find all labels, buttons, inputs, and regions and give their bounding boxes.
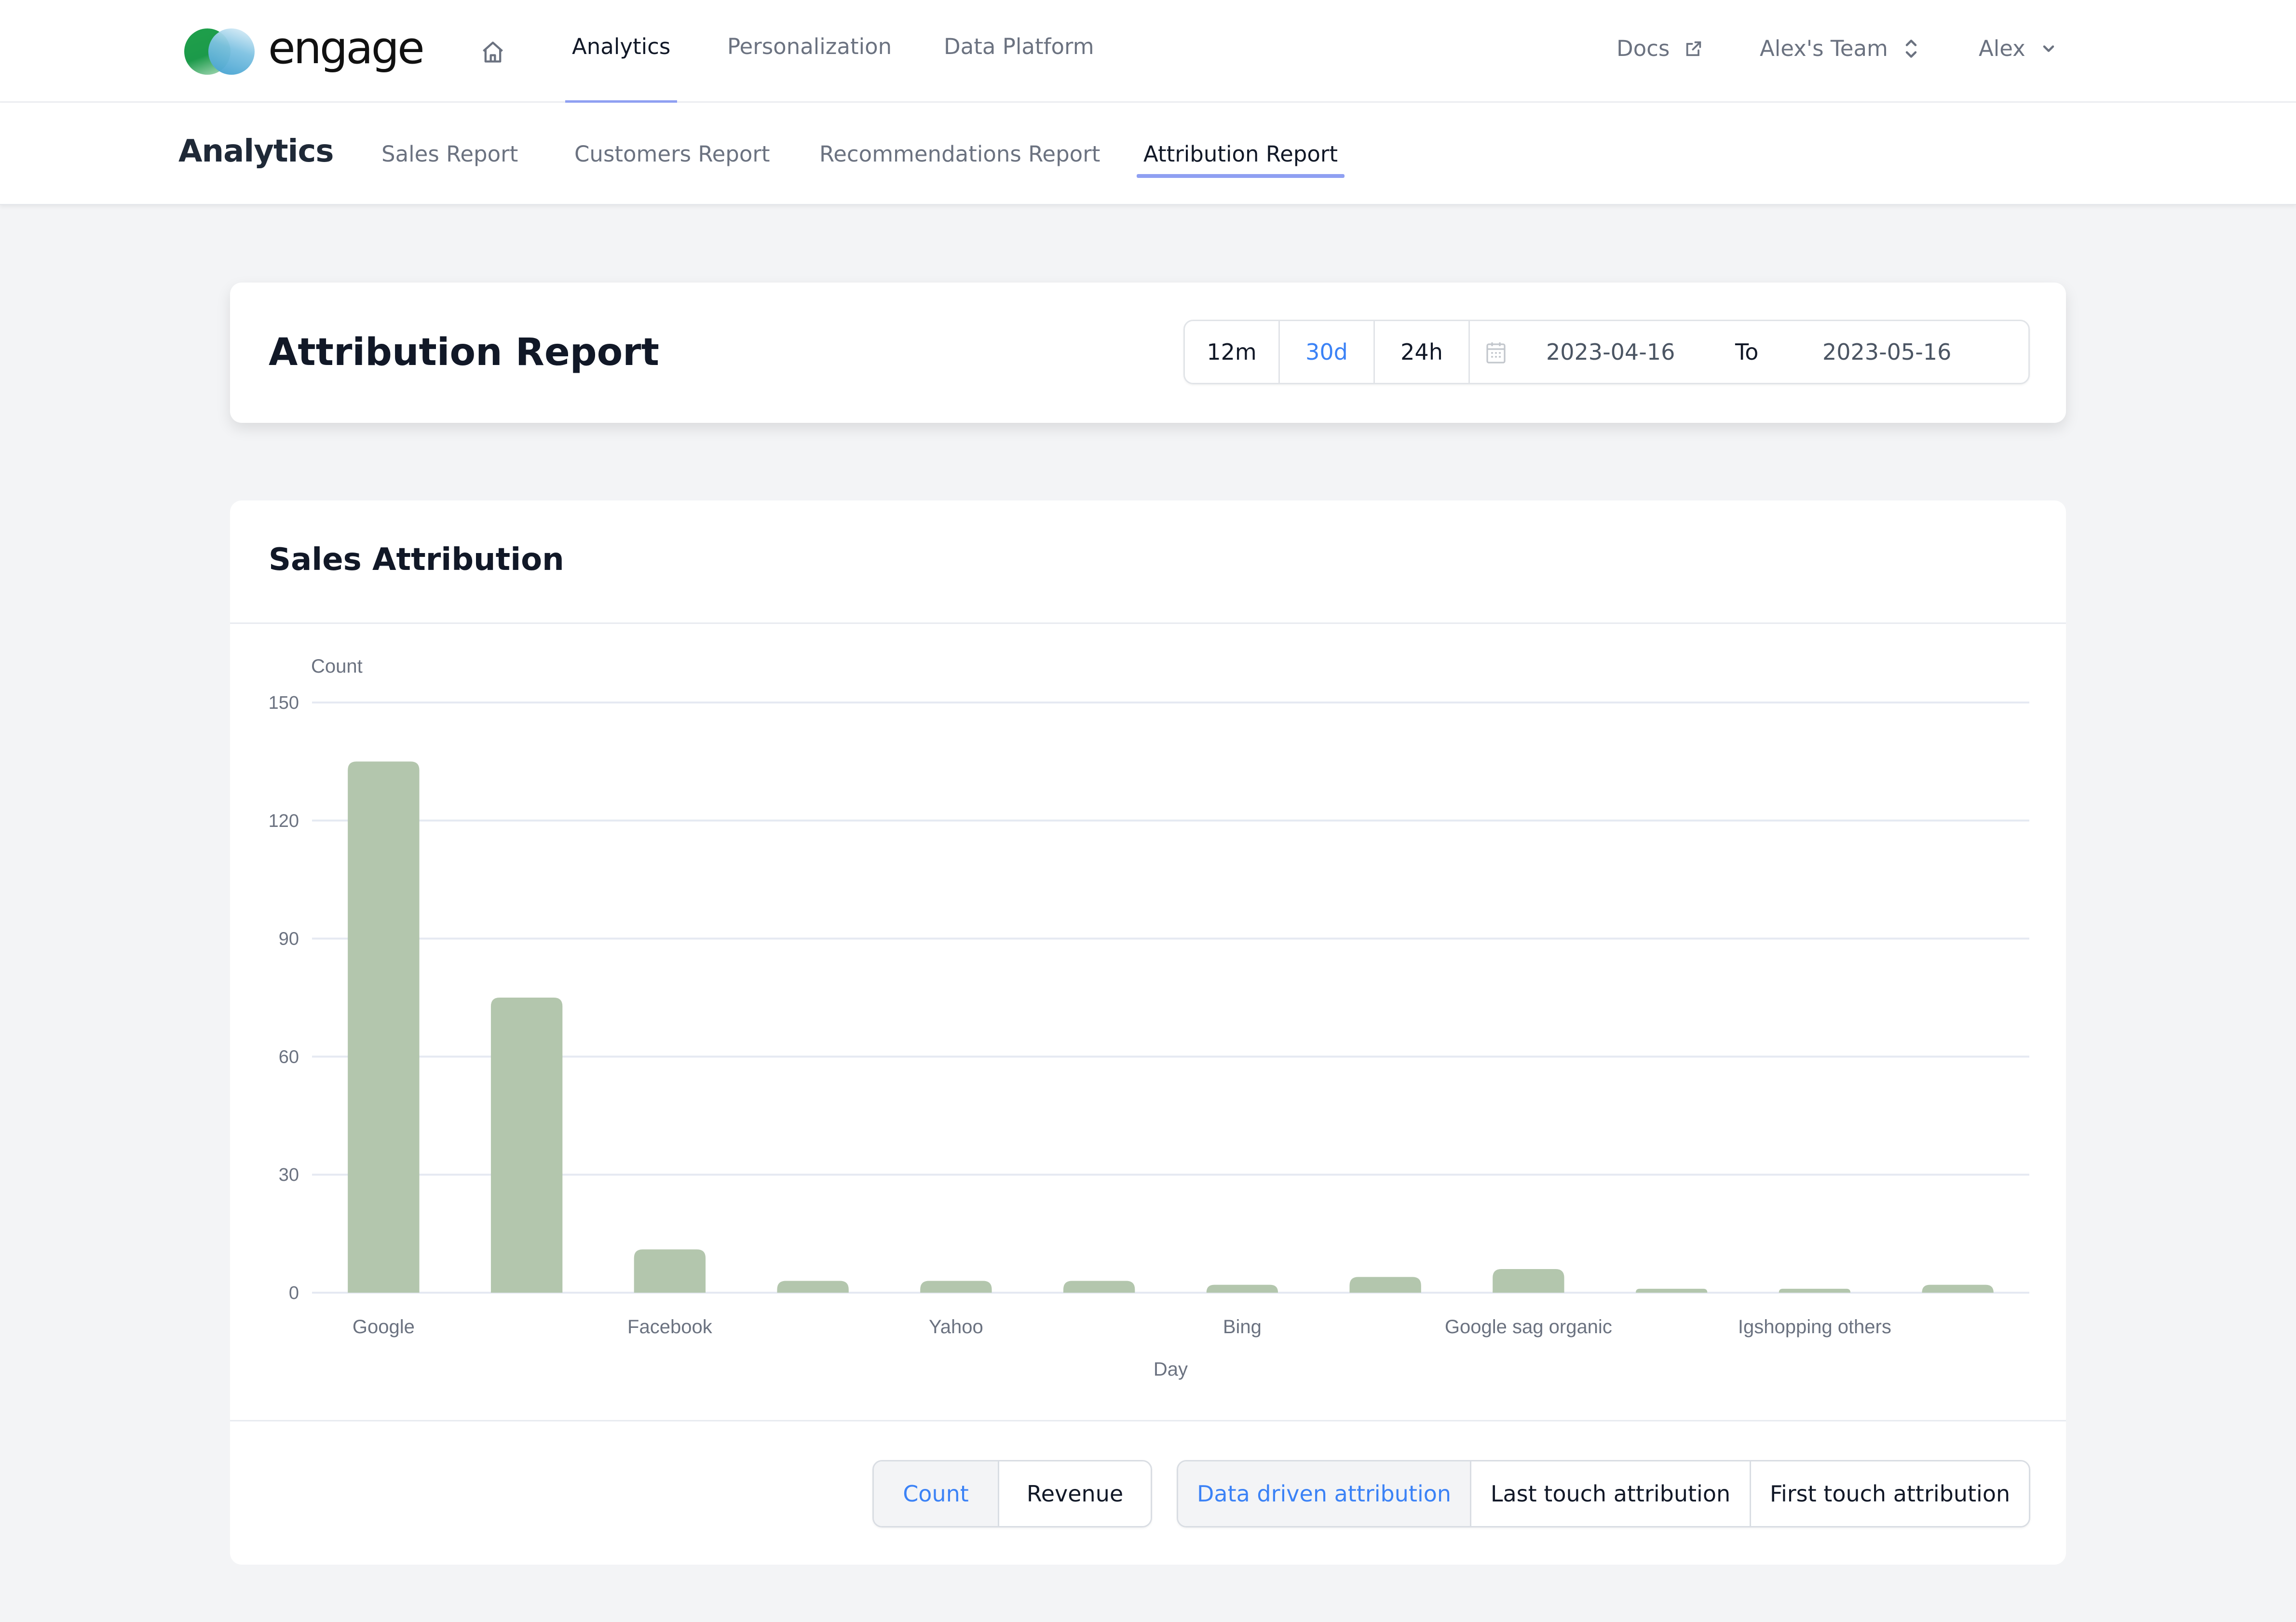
first-touch-attribution-button[interactable]: First touch attribution	[1751, 1461, 2029, 1526]
range-12m-button[interactable]: 12m	[1185, 321, 1280, 383]
metric-toggle: Count Revenue	[872, 1460, 1152, 1527]
gridlines	[312, 702, 2029, 1294]
tab-customers-report[interactable]: Customers Report	[574, 141, 770, 167]
nav-personalization[interactable]: Personalization	[727, 34, 892, 103]
report-title: Attribution Report	[269, 331, 659, 374]
report-header-card: Attribution Report 12m 30d 24h 2023-04-1…	[230, 283, 2066, 423]
count-button[interactable]: Count	[874, 1461, 999, 1526]
docs-label: Docs	[1617, 36, 1670, 61]
bar[interactable]	[348, 761, 420, 1293]
date-to-input[interactable]: 2023-05-16	[1822, 339, 1951, 365]
calendar-icon	[1486, 342, 1506, 364]
bar[interactable]	[1922, 1284, 1994, 1293]
y-tick-label: 120	[269, 811, 299, 831]
date-range-picker: 12m 30d 24h 2023-04-16 To 2023-05-16	[1183, 320, 2030, 384]
bar[interactable]	[1063, 1281, 1135, 1293]
bar[interactable]	[1493, 1269, 1564, 1293]
y-tick-label: 90	[279, 929, 299, 949]
nav-data-platform[interactable]: Data Platform	[944, 34, 1094, 103]
team-selector[interactable]: Alex's Team	[1760, 36, 1920, 61]
x-tick-label: Google sag organic	[1445, 1316, 1612, 1338]
x-tick-labels: Google Facebook Yahoo Bing Google sag organi…	[353, 1316, 1891, 1338]
user-label: Alex	[1979, 36, 2025, 61]
bar[interactable]	[490, 998, 563, 1293]
range-24h-button[interactable]: 24h	[1375, 321, 1470, 383]
section-title: Analytics	[178, 134, 334, 169]
y-axis-title: Count	[311, 656, 363, 677]
external-link-icon	[1686, 41, 1701, 56]
x-tick-label: Google	[353, 1316, 415, 1338]
tab-attribution-report[interactable]: Attribution Report	[1136, 141, 1345, 178]
bar[interactable]	[1779, 1288, 1851, 1293]
brand-logo[interactable]: engage	[183, 22, 425, 78]
y-tick-label: 30	[279, 1165, 299, 1185]
nav-personalization-label: Personalization	[727, 34, 892, 59]
y-tick-label: 0	[289, 1283, 299, 1303]
tab-recommendations-report[interactable]: Recommendations Report	[819, 141, 1100, 167]
tab-sales-report[interactable]: Sales Report	[381, 141, 518, 167]
logo-mark-icon	[183, 27, 256, 76]
docs-link[interactable]: Docs	[1617, 36, 1703, 61]
sub-nav: Analytics Sales Report Customers Report …	[0, 103, 2296, 205]
sales-attribution-chart: 0306090120150 Google Facebook Yahoo Bing Goo…	[269, 656, 2029, 1380]
data-driven-attribution-button[interactable]: Data driven attribution	[1178, 1461, 1471, 1526]
top-nav: engage Analytics Personalization Data Pl…	[0, 0, 2296, 104]
y-tick-labels: 0 30 60 90 120 150	[269, 693, 299, 1303]
attribution-model-toggle: Data driven attribution Last touch attri…	[1177, 1460, 2030, 1527]
bars	[348, 761, 1994, 1293]
custom-date-range[interactable]: 2023-04-16 To 2023-05-16	[1470, 321, 2028, 383]
sales-attribution-card: Sales Attribution 0 30 60 90 120 150 Google Fa…	[230, 500, 2066, 1565]
brand-name: engage	[268, 22, 425, 74]
bar[interactable]	[1635, 1288, 1708, 1293]
nav-data-platform-label: Data Platform	[944, 34, 1094, 59]
bar[interactable]	[1206, 1284, 1278, 1293]
x-tick-label: Bing	[1223, 1316, 1262, 1338]
bar[interactable]	[777, 1281, 849, 1293]
revenue-button[interactable]: Revenue	[999, 1461, 1151, 1526]
date-from-input[interactable]: 2023-04-16	[1546, 339, 1675, 365]
range-30d-button[interactable]: 30d	[1280, 321, 1375, 383]
x-tick-label: Igshopping others	[1738, 1316, 1891, 1338]
chevron-down-icon	[2043, 45, 2054, 52]
nav-analytics[interactable]: Analytics	[565, 34, 678, 104]
user-menu[interactable]: Alex	[1979, 36, 2057, 61]
x-tick-label: Yahoo	[929, 1316, 983, 1338]
home-icon[interactable]	[480, 40, 505, 65]
bar[interactable]	[920, 1281, 992, 1293]
last-touch-attribution-button[interactable]: Last touch attribution	[1471, 1461, 1751, 1526]
card-footer-divider	[230, 1420, 2066, 1421]
date-separator: To	[1735, 339, 1759, 365]
bar[interactable]	[634, 1249, 706, 1293]
x-tick-label: Facebook	[627, 1316, 713, 1338]
nav-analytics-label: Analytics	[572, 34, 671, 59]
y-tick-label: 150	[269, 693, 299, 713]
chevron-up-down-icon	[1905, 39, 1917, 58]
team-label: Alex's Team	[1760, 36, 1888, 61]
y-tick-label: 60	[279, 1047, 299, 1067]
x-axis-title: Day	[1154, 1359, 1188, 1380]
bar[interactable]	[1349, 1277, 1421, 1293]
